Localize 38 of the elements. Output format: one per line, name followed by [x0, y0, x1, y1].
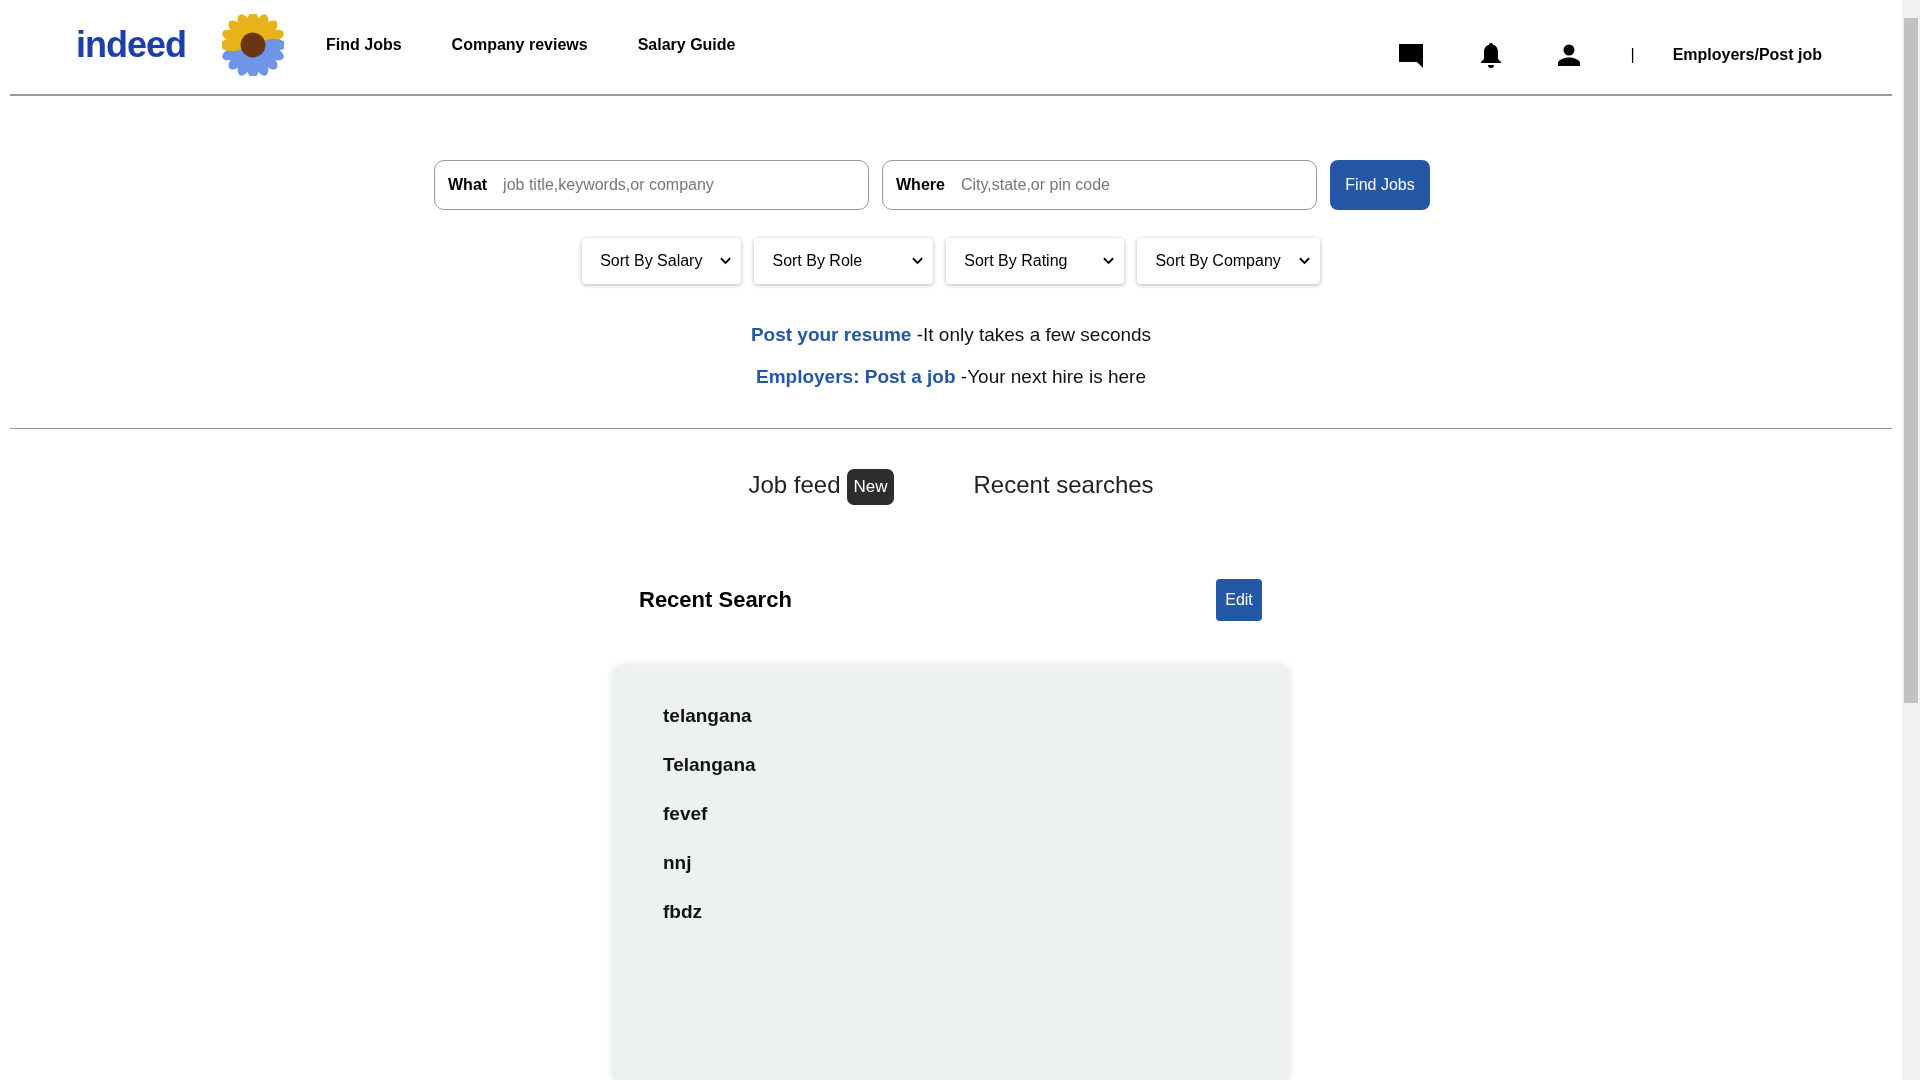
sort-dropdown[interactable]: Sort By Rating — [946, 238, 1125, 284]
sort-dropdown[interactable]: Sort By Role — [754, 238, 934, 284]
new-badge: New — [847, 469, 894, 505]
separator-text: | — [1630, 46, 1635, 64]
recent-search-item[interactable]: nnj — [663, 852, 1239, 874]
edit-button[interactable]: Edit — [1216, 579, 1262, 621]
promo-link[interactable]: Employers: Post a job — [756, 366, 956, 387]
bell-icon[interactable] — [1480, 42, 1503, 68]
tab[interactable]: Job feed — [748, 471, 841, 499]
chevron-down-icon — [720, 257, 732, 265]
recent-search-item[interactable]: fevef — [663, 803, 1239, 825]
chevron-down-icon — [912, 257, 924, 265]
promo-link[interactable]: Post your resume — [750, 324, 912, 345]
person-icon[interactable] — [1558, 44, 1581, 66]
chat-icon[interactable] — [1398, 42, 1425, 68]
field-label: What — [448, 176, 488, 194]
sort-dropdown[interactable]: Sort By Salary — [582, 238, 742, 284]
chevron-down-icon — [1103, 257, 1115, 265]
what-field[interactable]: What job title,keywords,or company — [434, 160, 869, 210]
section-title: Recent Search — [639, 587, 792, 613]
nav-link[interactable]: Salary Guide — [637, 36, 736, 54]
tab[interactable]: Recent searches — [973, 471, 1154, 499]
indeed-logo[interactable]: indeed — [76, 24, 186, 66]
nav-link[interactable]: Company reviews — [451, 36, 588, 54]
sunflower-icon — [222, 14, 284, 76]
find-jobs-button[interactable]: Find Jobs — [1330, 160, 1430, 210]
promo-text: Post your resume -It only takes a few seconds — [750, 324, 1152, 346]
promo-text: Employers: Post a job -Your next hire is here — [756, 366, 1146, 388]
recent-search-item[interactable]: Telangana — [663, 754, 1239, 776]
field-label: Where — [896, 176, 945, 194]
nav-link[interactable]: Find Jobs — [326, 36, 402, 54]
chevron-down-icon — [1298, 257, 1310, 265]
scrollbar[interactable] — [1902, 0, 1920, 1080]
sort-dropdown[interactable]: Sort By Company — [1137, 238, 1320, 284]
recent-search-item[interactable]: telangana — [663, 705, 1239, 727]
employers-link[interactable]: Employers/Post job — [1672, 46, 1822, 64]
recent-search-item[interactable]: fbdz — [663, 901, 1239, 923]
where-field[interactable]: Where City,state,or pin code — [882, 160, 1317, 210]
